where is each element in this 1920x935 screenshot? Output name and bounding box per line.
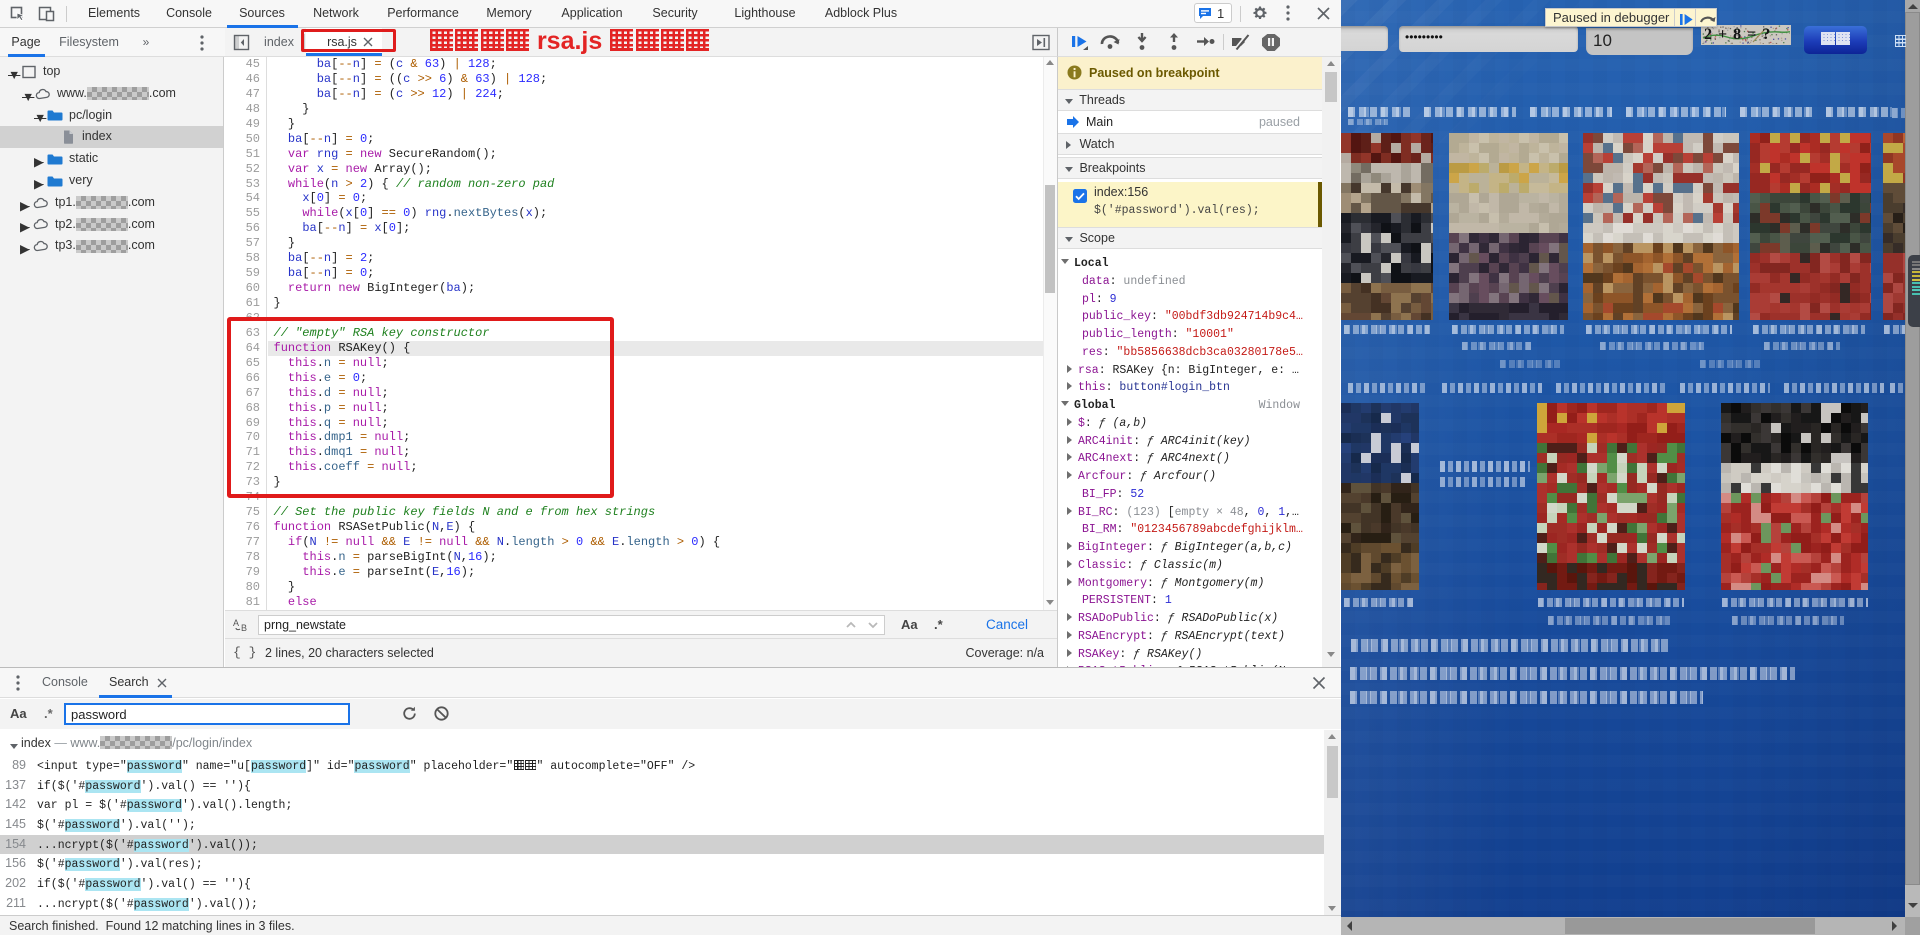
svg-text:A: A (233, 618, 239, 628)
svg-text:B: B (241, 623, 247, 632)
